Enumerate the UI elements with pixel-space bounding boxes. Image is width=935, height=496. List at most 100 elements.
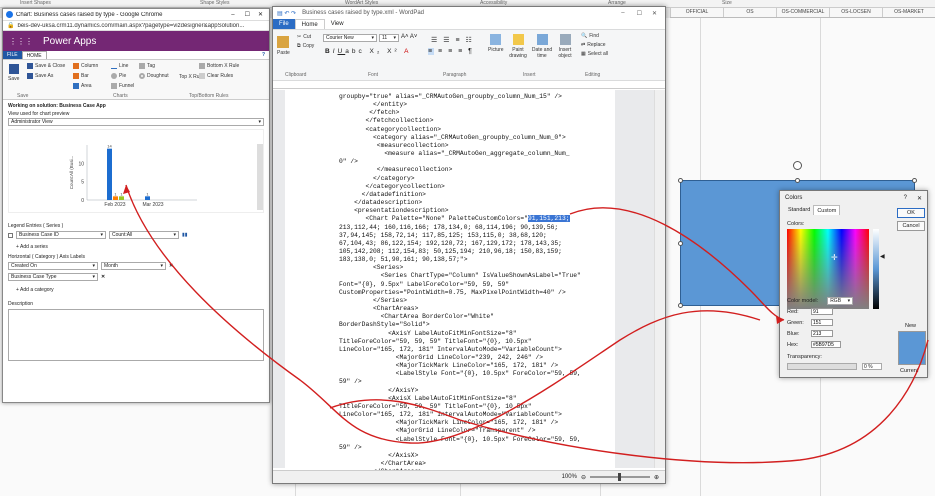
zoom-slider[interactable] [589,473,650,481]
column-chart-button[interactable]: Column [73,63,98,69]
code-line[interactable]: Font="{0}, 9.5px" LabelForeColor="59, 59… [339,281,593,289]
bottom-x-rule-button[interactable]: Bottom X Rule [199,63,239,69]
luminance-pointer-icon[interactable]: ◀ [880,253,885,260]
code-line[interactable]: </measurecollection> [339,166,593,174]
alignment-buttons[interactable]: ≡ ≡ ≡ ≡ ¶ [428,48,474,55]
code-line[interactable]: 183,138,0; 51,90,161; 90,138,57;"> [339,256,593,264]
code-line[interactable]: <MajorGrid LineColor="Transparent" /> [339,427,593,435]
code-line[interactable]: <MajorTickMark LineColor="165, 172, 181"… [339,362,593,370]
code-line[interactable]: <Series ChartType="Column" IsValueShownA… [339,272,593,280]
date-time-button[interactable]: Date and time [531,34,553,59]
line-chart-button[interactable]: Line [111,63,128,69]
help-icon[interactable]: ? [258,51,269,59]
tab-home[interactable]: HOME [21,51,47,59]
code-line[interactable]: <LabelStyle Font="{0}, 10.5px" ForeColor… [339,370,593,378]
code-line[interactable]: CustomProperties="PointWidth=0.75, MaxPi… [339,289,593,297]
tab-file[interactable]: FILE [3,51,22,59]
tag-chart-button[interactable]: Tag [139,63,155,69]
blue-input[interactable] [811,330,833,337]
code-line[interactable]: </AxisX> [339,452,593,460]
paragraph-buttons[interactable]: ☰ ☰ ≡ ☷ [431,36,474,44]
code-line[interactable]: </category> [339,175,593,183]
picture-button[interactable]: Picture [488,34,504,53]
vertical-scrollbar[interactable] [654,90,665,468]
code-line[interactable]: </datadescription> [339,199,593,207]
maximize-icon[interactable]: ☐ [245,11,250,18]
code-line[interactable]: <AxisY LabelAutoFitMinFontSize="8" [339,330,593,338]
tab-os-locsen[interactable]: OS-LOCSEN [829,8,882,17]
hex-input[interactable] [811,341,841,348]
code-line[interactable]: </entity> [339,101,593,109]
luminance-slider[interactable] [873,229,879,309]
code-line[interactable]: LineColor="165, 172, 181" IntervalAutoMo… [339,411,593,419]
code-line[interactable]: 213,112,44; 160,116,166; 178,134,0; 68,1… [339,224,593,232]
green-input[interactable] [811,319,833,326]
code-line[interactable]: </fetchcollection> [339,117,593,125]
tab-standard[interactable]: Standard [785,205,813,215]
code-line[interactable]: <presentationdescription> [339,207,593,215]
font-size-select[interactable]: 11 ▾ [379,34,399,42]
code-line[interactable]: TitleForeColor="59, 59, 59" TitleFont="{… [339,403,593,411]
code-line[interactable]: </AxisY> [339,387,593,395]
save-close-button[interactable]: Save & Close [27,63,65,69]
document-text[interactable]: groupby="true" alias="_CRMAutoGen_groupb… [273,93,593,485]
transparency-input[interactable]: 0 % [862,363,882,370]
highlighted-color[interactable]: 91,151,213; [527,215,570,223]
zoom-in-icon[interactable]: ⊕ [654,474,659,481]
tab-os-commercial[interactable]: OS-COMMERCIAL [776,8,829,17]
cut-button[interactable]: ✂ Cut [297,34,311,40]
address-bar[interactable]: 🔒 beis-dev-uksa.crm11.dynamics.com/main.… [3,21,269,31]
add-series-link[interactable]: + Add a series [16,244,264,250]
tab-file[interactable]: File [273,19,295,29]
code-line[interactable]: <ChartAreas> [339,305,593,313]
code-line[interactable]: </datadefinition> [339,191,593,199]
app-launcher-icon[interactable]: ⋮⋮⋮ [9,37,33,46]
transparency-slider[interactable] [787,363,857,370]
code-line[interactable]: <measure alias="_CRMAutoGen_aggregate_co… [339,150,593,158]
insert-object-button[interactable]: Insert object [554,34,576,59]
chart-scrollbar[interactable] [257,144,263,210]
series-chart-type-icon[interactable]: ▮▮ [182,232,188,238]
code-line[interactable]: BorderDashStyle="Solid"> [339,321,593,329]
replace-button[interactable]: ⇄ Replace [581,42,606,48]
help-icon[interactable]: ? [904,195,907,201]
code-line[interactable]: 67,104,43; 86,122,154; 192,120,72; 167,1… [339,240,593,248]
close-icon[interactable]: ✕ [652,10,657,17]
axis-field-select[interactable]: Created On ▾ [8,262,98,270]
area-chart-button[interactable]: Area [73,83,92,89]
bar-chart-button[interactable]: Bar [73,73,89,79]
remove-icon[interactable]: ✕ [101,274,105,280]
maximize-icon[interactable]: ☐ [637,10,642,17]
minimize-icon[interactable]: – [231,12,234,18]
tab-official[interactable]: OFFICIAL [670,8,723,17]
code-line[interactable]: <MajorGrid LineColor="239, 242, 246" /> [339,354,593,362]
close-icon[interactable]: ✕ [258,11,263,18]
code-line[interactable]: 105,142,208; 112,154,83; 50,125,194; 210… [339,248,593,256]
series-aggregate-select[interactable]: Count:All ▾ [109,231,179,239]
tab-view[interactable]: View [325,19,350,29]
cancel-button[interactable]: Cancel [897,221,925,231]
pie-chart-button[interactable]: Pie [111,73,126,79]
close-icon[interactable]: ✕ [917,195,922,202]
code-line[interactable]: TitleForeColor="59, 59, 59" TitleFont="{… [339,338,593,346]
code-line[interactable]: <Chart Palette="None" PaletteCustomColor… [339,215,593,223]
save-button[interactable]: Save [8,64,19,82]
code-line[interactable]: <MajorTickMark LineColor="165, 172, 181"… [339,419,593,427]
code-line[interactable]: <category alias="_CRMAutoGen_groupby_col… [339,134,593,142]
save-as-button[interactable]: Save As [27,73,53,79]
axis-group-select[interactable]: Month ▾ [101,262,166,270]
code-line[interactable]: </fetch> [339,109,593,117]
remove-icon[interactable]: ✕ [169,263,173,269]
code-line[interactable]: <LabelStyle Font="{0}, 10.5px" ForeColor… [339,436,593,444]
funnel-chart-button[interactable]: Funnel [111,83,134,89]
series-field-select[interactable]: Business Case ID ▾ [16,231,106,239]
zoom-out-icon[interactable]: ⊖ [581,474,586,481]
code-line[interactable]: </Series> [339,297,593,305]
color-model-select[interactable]: RGB ▾ [827,297,854,305]
category-field-select[interactable]: Business Case Type ▾ [8,273,98,281]
code-line[interactable]: <measurecollection> [339,142,593,150]
code-line[interactable]: <categorycollection> [339,126,593,134]
code-line[interactable]: <ChartArea BorderColor="White" [339,313,593,321]
paint-drawing-button[interactable]: Paint drawing [507,34,529,59]
font-size-icons[interactable]: A˄ A˅ [401,34,417,40]
